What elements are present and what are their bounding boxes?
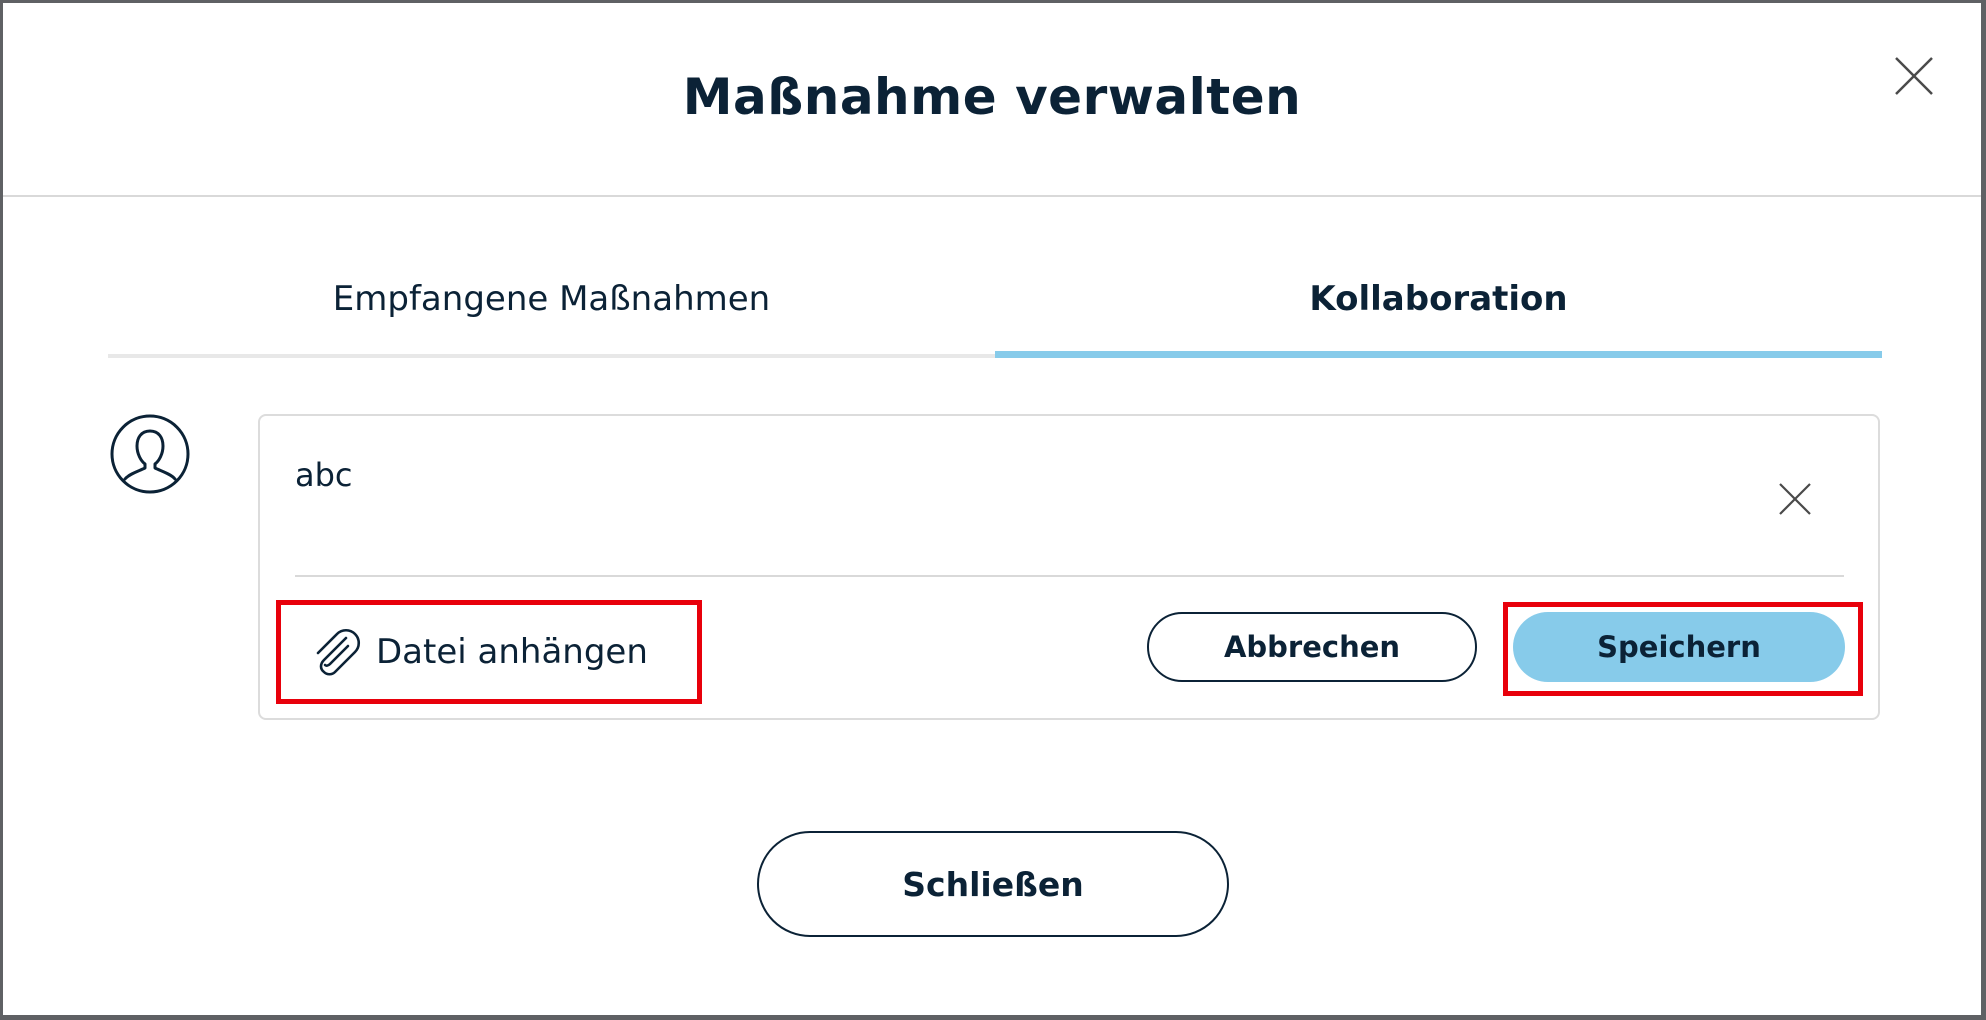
save-button[interactable]: Speichern	[1513, 612, 1845, 682]
tab-received-measures[interactable]: Empfangene Maßnahmen	[108, 243, 995, 354]
comment-editor-card: abc Datei anhängen Abbrechen Speichern	[258, 414, 1880, 720]
user-avatar-icon	[110, 414, 190, 494]
dialog-title: Maßnahme verwalten	[682, 68, 1302, 126]
dialog-header: Maßnahme verwalten	[3, 3, 1981, 197]
attach-file-button[interactable]: Datei anhängen	[276, 604, 696, 700]
attach-file-label: Datei anhängen	[376, 632, 648, 672]
close-button[interactable]: Schließen	[757, 831, 1229, 937]
manage-measure-dialog: Maßnahme verwalten Empfangene Maßnahmen …	[3, 3, 1981, 1015]
comment-divider	[295, 575, 1844, 577]
tab-collaboration[interactable]: Kollaboration	[995, 243, 1882, 358]
clear-icon[interactable]	[1777, 481, 1813, 517]
close-icon[interactable]	[1892, 54, 1936, 98]
paperclip-icon	[316, 628, 361, 676]
comment-input[interactable]: abc	[295, 456, 353, 494]
tab-bar: Empfangene Maßnahmen Kollaboration	[108, 243, 1882, 361]
cancel-button[interactable]: Abbrechen	[1147, 612, 1477, 682]
